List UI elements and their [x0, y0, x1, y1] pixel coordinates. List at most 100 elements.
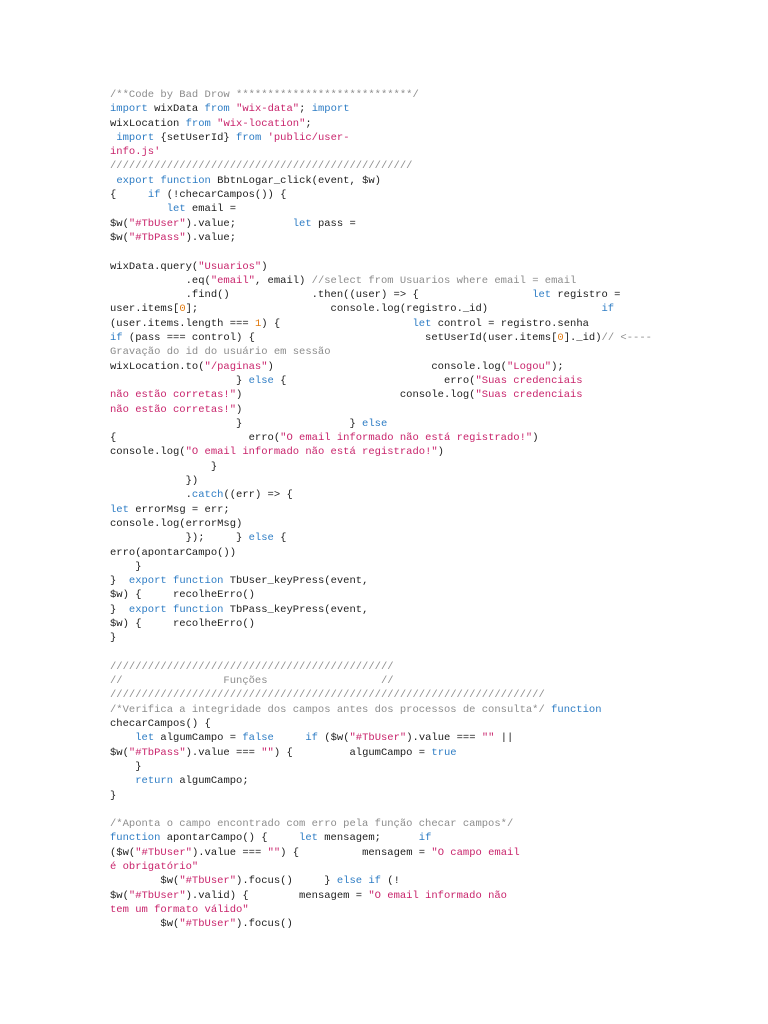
- comment-token: // <----: [601, 332, 652, 345]
- code-token: apontarCampo() {: [160, 832, 300, 845]
- code-token: TbUser_keyPress(event,: [223, 575, 369, 588]
- code-line: $w("#TbUser").valid) { mensagem = "O ema…: [110, 889, 652, 903]
- keyword-token: export: [128, 575, 167, 588]
- code-token: }: [110, 575, 129, 588]
- code-token: ) console.log(: [267, 360, 507, 373]
- code-token: ): [437, 446, 444, 459]
- code-token: $w) { recolheErro(): [110, 617, 255, 630]
- code-token: ((err) => {: [223, 489, 293, 502]
- code-token: ).focus(): [236, 918, 293, 931]
- keyword-token: false: [242, 732, 274, 745]
- code-line: import wixData from "wix-data"; import: [110, 102, 652, 116]
- keyword-token: import: [116, 131, 155, 144]
- code-line: // Funções //: [110, 674, 652, 688]
- code-token: ).focus() }: [236, 875, 337, 888]
- keyword-token: let: [110, 503, 129, 516]
- code-line: wixLocation.to("/paginas") console.log("…: [110, 360, 652, 374]
- string-token: tem um formato válido": [110, 903, 249, 916]
- code-line: .catch((err) => {: [110, 488, 652, 502]
- code-token: }: [110, 460, 218, 473]
- keyword-token: from: [236, 131, 262, 144]
- code-token: }: [110, 374, 249, 387]
- comment-token: /**Code by Bad Drow ********************…: [110, 89, 419, 101]
- code-token: control = registro.senha: [431, 317, 589, 330]
- code-token: $w(: [110, 746, 129, 759]
- code-token: {: [273, 532, 287, 545]
- code-line: import {setUserId} from 'public/user-: [110, 131, 652, 145]
- code-listing: /**Code by Bad Drow ********************…: [110, 88, 652, 932]
- code-token: $w(: [110, 875, 180, 888]
- code-line: } export function TbPass_keyPress(event,: [110, 603, 652, 617]
- code-line: checarCampos() {: [110, 717, 652, 731]
- string-token: info.js': [110, 146, 161, 159]
- code-token: .eq(: [110, 274, 211, 287]
- code-token: }): [110, 475, 199, 488]
- code-token: ).value;: [185, 217, 293, 230]
- keyword-token: catch: [191, 489, 224, 502]
- keyword-token: from: [185, 117, 211, 130]
- code-token: TbPass_keyPress(event,: [223, 603, 369, 616]
- code-token: email =: [185, 203, 237, 216]
- code-token: ).value;: [185, 231, 237, 244]
- string-token: é obrigatório": [110, 861, 199, 874]
- keyword-token: if: [147, 189, 161, 202]
- code-token: {setUserId}: [154, 131, 237, 144]
- code-token: erro(apontarCampo()): [110, 546, 237, 559]
- code-line: let errorMsg = err;: [110, 503, 652, 517]
- code-token: { erro(: [273, 374, 476, 387]
- code-line: /*Verifica a integridade dos campos ante…: [110, 703, 652, 717]
- code-line: }): [110, 474, 652, 488]
- code-token: ]; console.log(registro._id): [185, 303, 602, 316]
- string-token: "/paginas": [204, 360, 268, 373]
- code-token: }: [110, 560, 142, 573]
- code-line: user.items[0]; console.log(registro._id)…: [110, 302, 652, 316]
- comment-token: ////////////////////////////////////////…: [110, 160, 413, 173]
- code-token: wixData.query(: [110, 260, 199, 273]
- keyword-token: return: [135, 775, 174, 788]
- keyword-token: if: [305, 732, 318, 745]
- string-token: "O campo email: [431, 846, 520, 859]
- code-line: /**Code by Bad Drow ********************…: [110, 88, 652, 102]
- keyword-token: export: [128, 603, 167, 616]
- code-token: mensagem;: [317, 832, 419, 845]
- code-token: ).value ===: [406, 732, 482, 745]
- string-token: "": [261, 746, 274, 759]
- keyword-token: let: [412, 317, 432, 330]
- code-line: $w("#TbPass").value;: [110, 231, 652, 245]
- code-token: ): [236, 403, 243, 416]
- code-token: ).value ===: [185, 746, 262, 759]
- code-line: $w("#TbUser").focus(): [110, 917, 652, 931]
- code-token: }); }: [110, 532, 249, 545]
- string-token: "#TbUser": [135, 846, 192, 859]
- code-token: ;: [299, 103, 312, 116]
- code-line: Gravação do id do usuário em sessão: [110, 345, 652, 359]
- keyword-token: function: [551, 703, 602, 716]
- code-token: {: [110, 189, 148, 202]
- code-token: ($w(: [317, 732, 350, 745]
- code-token: }: [110, 789, 117, 802]
- code-token: checarCampos() {: [110, 718, 211, 731]
- keyword-token: function: [173, 575, 224, 588]
- code-token: ]._id): [563, 332, 602, 345]
- code-token: $w) { recolheErro(): [110, 589, 255, 602]
- code-line: tem um formato válido": [110, 903, 652, 917]
- comment-token: //select from Usuarios where email = ema…: [311, 274, 577, 287]
- code-token: ($w(: [110, 846, 136, 859]
- code-line: ////////////////////////////////////////…: [110, 688, 652, 702]
- string-token: "#TbUser": [349, 732, 407, 745]
- code-token: $w(: [110, 889, 129, 902]
- string-token: "#TbPass": [128, 231, 186, 244]
- keyword-token: let: [292, 217, 312, 230]
- code-token: console.log(: [110, 446, 186, 459]
- code-token: }: [110, 603, 129, 616]
- code-line: let email =: [110, 202, 652, 216]
- code-line: console.log("O email informado não está …: [110, 445, 652, 459]
- string-token: "Suas credenciais: [475, 374, 583, 387]
- code-token: }: [110, 760, 142, 773]
- keyword-token: if: [601, 303, 615, 316]
- code-line: export function BbtnLogar_click(event, $…: [110, 174, 652, 188]
- string-token: "#TbUser": [128, 217, 186, 230]
